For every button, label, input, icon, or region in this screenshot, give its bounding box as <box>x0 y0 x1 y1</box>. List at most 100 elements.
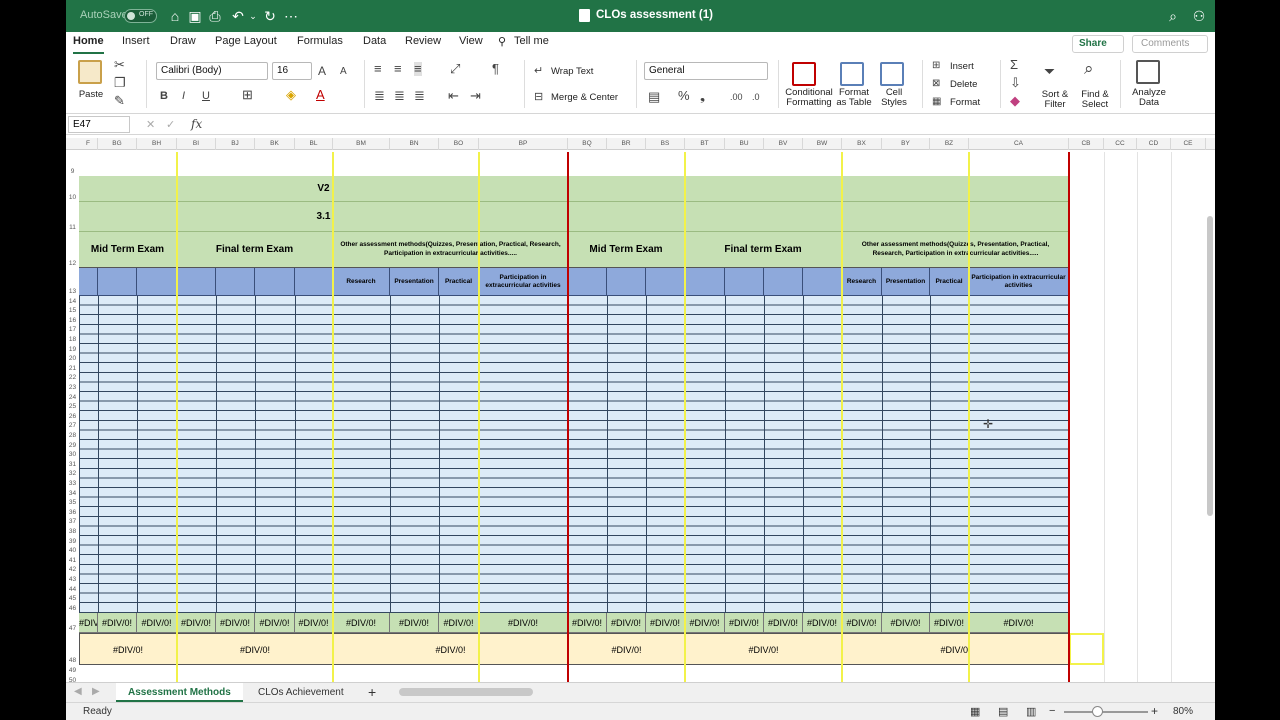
div-error-cell[interactable]: #DIV/0! <box>764 613 803 633</box>
zoom-slider-thumb[interactable] <box>1092 706 1103 717</box>
cut-icon[interactable]: ✂ <box>114 58 125 72</box>
vertical-scrollbar[interactable] <box>1207 216 1213 516</box>
row-header[interactable]: 30 <box>66 451 79 459</box>
align-right-icon[interactable]: ≣ <box>414 89 425 103</box>
tab-tell-me[interactable]: Tell me <box>514 35 549 47</box>
row-header[interactable]: 15 <box>66 307 79 315</box>
column-header[interactable]: CA <box>969 138 1069 150</box>
div-error-cell[interactable]: #DIV/0! <box>177 613 216 633</box>
column-header[interactable]: BI <box>177 138 216 150</box>
row-header[interactable]: 33 <box>66 480 79 488</box>
row-header[interactable]: 26 <box>66 413 79 421</box>
div-error-cell[interactable]: #DIV/0! <box>930 613 969 633</box>
redo-icon[interactable]: ↻ <box>261 7 279 25</box>
row-header[interactable]: 31 <box>66 461 79 469</box>
row-header[interactable]: 38 <box>66 528 79 536</box>
row-header[interactable]: 28 <box>66 432 79 440</box>
borders-icon[interactable]: ⊞ <box>242 88 253 102</box>
merge-center-button[interactable]: Merge & Center <box>551 93 618 103</box>
row-header[interactable]: 22 <box>66 374 79 382</box>
column-header[interactable]: CC <box>1104 138 1137 150</box>
assessment-subheader-right[interactable] <box>646 268 685 296</box>
prev-sheet-icon[interactable]: ◀ <box>74 686 82 697</box>
column-header[interactable]: BS <box>646 138 685 150</box>
row-header[interactable]: 46 <box>66 605 79 613</box>
orientation-icon[interactable]: ⤢ <box>450 62 460 76</box>
assessment-subheader-left[interactable] <box>79 268 98 296</box>
div-error-cell[interactable]: #DIV/0! <box>725 613 764 633</box>
fill-icon[interactable]: ⇩ <box>1010 76 1021 90</box>
tab-home[interactable]: Home <box>73 35 104 54</box>
next-sheet-icon[interactable]: ▶ <box>92 686 100 697</box>
div-error-cell[interactable]: #DIV/0! <box>969 613 1069 633</box>
column-header[interactable]: BR <box>607 138 646 150</box>
delete-button[interactable]: Delete <box>950 80 977 90</box>
align-top-icon[interactable]: ≡ <box>374 62 382 76</box>
accounting-icon[interactable]: ▤ <box>648 90 660 104</box>
row-header[interactable]: 49 <box>66 667 79 675</box>
increase-indent-icon[interactable]: ⇥ <box>470 89 481 103</box>
div-error-cell[interactable]: #DIV/0! <box>685 613 725 633</box>
row-header[interactable]: 19 <box>66 346 79 354</box>
text-direction-icon[interactable]: ¶ <box>492 62 499 76</box>
cell-styles-label[interactable]: Cell Styles <box>876 88 912 108</box>
normal-view-icon[interactable]: ▦ <box>970 705 980 718</box>
row-header[interactable]: 17 <box>66 326 79 334</box>
analyze-data-label[interactable]: Analyze Data <box>1128 88 1170 108</box>
assessment-subheader-right[interactable]: Research <box>842 268 882 296</box>
horizontal-scrollbar[interactable] <box>399 688 533 696</box>
name-box[interactable]: E47 <box>68 116 130 133</box>
align-center-icon[interactable]: ≣ <box>394 89 405 103</box>
column-header[interactable]: BH <box>137 138 177 150</box>
undo-dropdown-icon[interactable]: ⌄ <box>244 7 262 25</box>
column-header[interactable]: CD <box>1137 138 1171 150</box>
div-error-cell[interactable]: #DIV/0! <box>79 613 98 633</box>
zoom-out-icon[interactable]: − <box>1049 705 1055 717</box>
tab-review[interactable]: Review <box>405 35 441 47</box>
other-methods-header-left[interactable]: Other assessment methods(Quizzes, Presen… <box>333 232 568 268</box>
row-header[interactable]: 42 <box>66 566 79 574</box>
div-error-cell[interactable]: #DIV/0! <box>295 613 333 633</box>
total-div-error-cell[interactable]: #DIV/0! <box>685 633 842 665</box>
row-header[interactable]: 37 <box>66 518 79 526</box>
div-error-cell[interactable]: #DIV/0! <box>568 613 607 633</box>
clo-header-cell-right[interactable] <box>568 202 1069 232</box>
share-button[interactable]: Share <box>1072 35 1124 53</box>
div-error-cell[interactable]: #DIV/0! <box>333 613 390 633</box>
formula-input[interactable] <box>208 116 1208 133</box>
autosum-icon[interactable]: Σ <box>1010 58 1018 72</box>
align-bottom-icon[interactable]: ≡ <box>414 62 422 76</box>
column-header[interactable]: BO <box>439 138 479 150</box>
tab-draw[interactable]: Draw <box>170 35 196 47</box>
row-header[interactable]: 9 <box>66 168 79 176</box>
row-header[interactable]: 18 <box>66 336 79 344</box>
find-select-icon[interactable]: ⌕ <box>1084 60 1094 77</box>
v2-header-cell[interactable]: V2 <box>79 176 568 202</box>
copy-icon[interactable]: ❐ <box>114 76 126 90</box>
assessment-subheader-right[interactable]: Practical <box>930 268 969 296</box>
zoom-in-icon[interactable]: + <box>1151 704 1158 718</box>
div-error-cell[interactable]: #DIV/0! <box>646 613 685 633</box>
format-as-table-icon[interactable] <box>840 62 864 86</box>
tab-formulas[interactable]: Formulas <box>297 35 343 47</box>
sort-filter-icon[interactable]: ⏷ <box>1044 64 1055 78</box>
autosave-toggle[interactable]: OFF <box>124 9 157 23</box>
assessment-subheader-right[interactable] <box>607 268 646 296</box>
page-layout-view-icon[interactable]: ▤ <box>998 705 1008 718</box>
row-header[interactable]: 10 <box>66 194 79 202</box>
column-header[interactable]: CB <box>1069 138 1104 150</box>
row-header[interactable]: 35 <box>66 499 79 507</box>
paste-icon[interactable] <box>78 60 102 84</box>
selected-cell-outline[interactable] <box>1069 633 1104 665</box>
tab-page-layout[interactable]: Page Layout <box>215 35 277 47</box>
div-error-cell[interactable]: #DIV/0! <box>439 613 479 633</box>
assessment-subheader-left[interactable] <box>216 268 255 296</box>
row-header[interactable]: 44 <box>66 586 79 594</box>
format-painter-icon[interactable]: ✎ <box>114 94 125 108</box>
final-term-header-left[interactable]: Final term Exam <box>177 232 333 268</box>
total-div-error-cell[interactable]: #DIV/0! <box>333 633 568 665</box>
percent-button[interactable]: % <box>678 89 690 103</box>
cell-styles-icon[interactable] <box>880 62 904 86</box>
home-icon[interactable]: ⌂ <box>166 7 184 25</box>
column-header[interactable]: BT <box>685 138 725 150</box>
